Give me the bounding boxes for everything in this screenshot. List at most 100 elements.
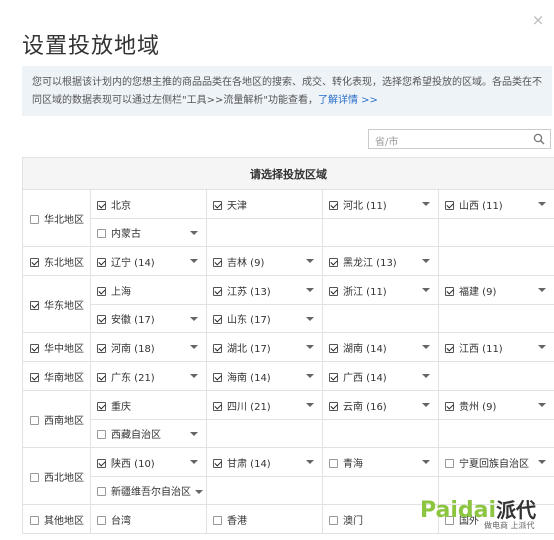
province-checkbox[interactable] xyxy=(97,257,106,267)
province-label: 江西 (11) xyxy=(459,343,503,355)
province-checkbox[interactable] xyxy=(213,315,222,324)
province-checkbox[interactable] xyxy=(213,372,222,382)
region-cell: 华东地区 xyxy=(22,275,91,333)
province-checkbox[interactable] xyxy=(213,515,222,525)
chevron-down-icon[interactable] xyxy=(538,202,547,206)
province-checkbox[interactable] xyxy=(329,257,338,267)
chevron-down-icon[interactable] xyxy=(422,374,430,378)
province-cell: 海南 (14) xyxy=(206,361,323,391)
region-checkbox[interactable] xyxy=(30,257,39,267)
province-checkbox[interactable] xyxy=(97,372,106,382)
chevron-down-icon[interactable] xyxy=(422,345,430,349)
region-checkbox[interactable] xyxy=(30,415,39,425)
chevron-down-icon[interactable] xyxy=(422,460,430,464)
province-label: 甘肃 (14) xyxy=(227,458,271,470)
province-checkbox[interactable] xyxy=(329,372,338,382)
province-checkbox[interactable] xyxy=(213,343,222,353)
province-label: 四川 (21) xyxy=(227,401,271,413)
chevron-down-icon[interactable] xyxy=(190,231,198,235)
province-checkbox[interactable] xyxy=(445,286,454,296)
province-checkbox[interactable] xyxy=(329,200,338,210)
province-checkbox[interactable] xyxy=(213,200,222,210)
chevron-down-icon[interactable] xyxy=(190,345,198,349)
chevron-down-icon[interactable] xyxy=(306,317,314,321)
province-cell: 陕西 (10) xyxy=(90,447,207,477)
province-checkbox[interactable] xyxy=(97,229,106,238)
province-checkbox[interactable] xyxy=(445,200,454,210)
province-checkbox[interactable] xyxy=(213,257,222,267)
province-cell: 湖北 (17) xyxy=(206,332,323,362)
province-label: 西藏自治区 xyxy=(111,430,161,441)
province-checkbox[interactable] xyxy=(97,487,106,496)
province-checkbox[interactable] xyxy=(213,286,222,296)
dialog-title: 设置投放地域 xyxy=(22,34,161,59)
province-checkbox[interactable] xyxy=(329,401,338,411)
province-label: 内蒙古 xyxy=(111,229,141,240)
chevron-down-icon[interactable] xyxy=(538,403,547,407)
chevron-down-icon[interactable] xyxy=(190,432,198,436)
province-checkbox[interactable] xyxy=(97,315,106,324)
chevron-down-icon[interactable] xyxy=(195,490,203,494)
province-checkbox[interactable] xyxy=(329,458,338,468)
region-row: 华中地区 河南 (18) 湖北 (17) 湖南 (14) 江西 (11) xyxy=(22,332,554,362)
chevron-down-icon[interactable] xyxy=(422,259,430,263)
province-checkbox[interactable] xyxy=(97,430,106,439)
province-label: 贵州 (9) xyxy=(459,401,497,413)
chevron-down-icon[interactable] xyxy=(306,345,314,349)
province-checkbox[interactable] xyxy=(329,515,338,525)
region-checkbox[interactable] xyxy=(30,372,39,382)
province-checkbox[interactable] xyxy=(97,515,106,525)
province-checkbox[interactable] xyxy=(97,200,106,210)
province-label: 浙江 (11) xyxy=(343,286,387,298)
province-checkbox[interactable] xyxy=(329,343,338,353)
province-checkbox[interactable] xyxy=(97,343,106,353)
region-checkbox[interactable] xyxy=(30,343,39,353)
chevron-down-icon[interactable] xyxy=(306,460,314,464)
province-checkbox[interactable] xyxy=(97,401,106,411)
chevron-down-icon[interactable] xyxy=(306,259,314,263)
chevron-down-icon[interactable] xyxy=(538,288,547,292)
chevron-down-icon[interactable] xyxy=(190,374,198,378)
region-checkbox[interactable] xyxy=(30,214,39,224)
province-label: 天津 xyxy=(227,200,247,212)
search-icon[interactable] xyxy=(533,133,545,145)
chevron-down-icon[interactable] xyxy=(538,345,547,349)
province-checkbox[interactable] xyxy=(213,401,222,411)
province-cell: 辽宁 (14) xyxy=(90,246,207,276)
province-checkbox[interactable] xyxy=(445,401,454,411)
province-checkbox[interactable] xyxy=(445,343,454,353)
province-cell: 四川 (21) xyxy=(206,390,323,420)
chevron-down-icon[interactable] xyxy=(190,259,198,263)
region-row: 西南地区 重庆 四川 (21) 云南 (16) 贵州 (9) xyxy=(22,390,554,448)
province-cell: 江西 (11) xyxy=(437,332,554,362)
chevron-down-icon[interactable] xyxy=(190,317,198,321)
empty-cell xyxy=(322,419,439,448)
close-icon[interactable]: × xyxy=(530,12,546,28)
region-row: 华北地区 北京 天津 河北 (11) 山西 (11) xyxy=(22,189,554,247)
province-checkbox[interactable] xyxy=(329,286,338,296)
chevron-down-icon[interactable] xyxy=(306,374,314,378)
chevron-down-icon[interactable] xyxy=(538,460,547,464)
chevron-down-icon[interactable] xyxy=(190,460,198,464)
empty-cell xyxy=(437,246,554,276)
learn-more-link[interactable]: 了解详情 >> xyxy=(318,95,378,106)
province-cell: 天津 xyxy=(206,189,323,219)
province-checkbox[interactable] xyxy=(213,458,222,468)
region-label: 东北地区 xyxy=(44,257,84,269)
chevron-down-icon[interactable] xyxy=(306,288,314,292)
chevron-down-icon[interactable] xyxy=(422,403,430,407)
search-input[interactable] xyxy=(369,133,519,152)
province-checkbox[interactable] xyxy=(97,458,106,468)
province-search xyxy=(368,129,551,152)
province-label: 北京 xyxy=(111,200,131,212)
province-label: 黑龙江 (13) xyxy=(343,257,397,269)
region-checkbox[interactable] xyxy=(30,300,39,310)
chevron-down-icon[interactable] xyxy=(422,288,430,292)
province-checkbox[interactable] xyxy=(445,458,454,468)
region-checkbox[interactable] xyxy=(30,515,39,525)
chevron-down-icon[interactable] xyxy=(306,403,314,407)
chevron-down-icon[interactable] xyxy=(422,202,430,206)
region-checkbox[interactable] xyxy=(30,472,39,482)
province-checkbox[interactable] xyxy=(97,286,106,296)
province-cell: 西藏自治区 xyxy=(90,419,207,448)
